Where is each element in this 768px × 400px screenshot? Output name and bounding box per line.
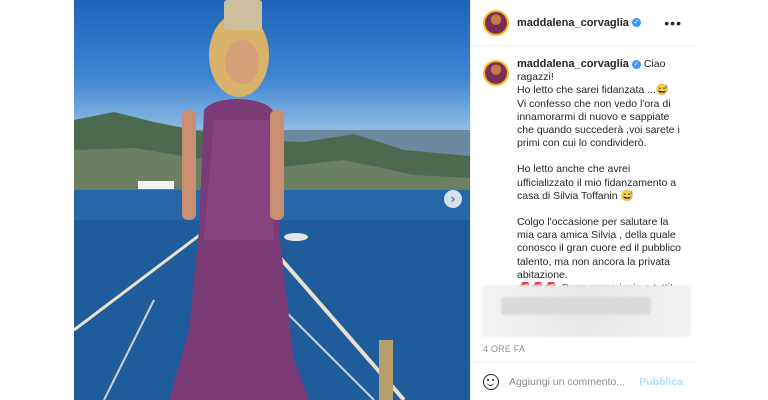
caption-block: maddalena_corvaglia ✓ Ciao ragazzi! Ho le… <box>483 58 684 308</box>
photo-scene <box>74 13 470 400</box>
caption-username[interactable]: maddalena_corvaglia <box>517 58 629 70</box>
more-options-icon[interactable]: ••• <box>664 15 682 31</box>
caption-verified-badge-icon: ✓ <box>631 59 641 69</box>
caption-text: maddalena_corvaglia ✓ Ciao ragazzi! Ho le… <box>517 58 684 308</box>
caption-avatar[interactable] <box>483 60 509 86</box>
blurred-comment <box>481 285 691 337</box>
post-photo[interactable]: › <box>74 0 470 400</box>
photo-mast <box>224 0 262 30</box>
post-details-panel: maddalena_corvaglia ✓ ••• maddalena_corv… <box>470 0 695 400</box>
smiley-icon[interactable] <box>483 373 499 390</box>
header-username[interactable]: maddalena_corvaglia <box>517 17 629 29</box>
comment-composer: Pubblica <box>471 362 695 400</box>
avatar[interactable] <box>483 9 509 36</box>
next-photo-button[interactable]: › <box>444 190 462 208</box>
comment-input[interactable] <box>509 375 629 388</box>
post-timestamp[interactable]: 4 ORE FA <box>483 344 525 354</box>
caption-paragraph-2: Ho letto anche che avrei ufficializzato … <box>517 163 680 202</box>
caption-paragraph-1: Ho letto che sarei fidanzata ...😅 Vi con… <box>517 84 680 150</box>
post-header: maddalena_corvaglia ✓ ••• <box>471 0 694 46</box>
publish-button[interactable]: Pubblica <box>639 376 683 388</box>
verified-badge-icon: ✓ <box>631 18 641 27</box>
